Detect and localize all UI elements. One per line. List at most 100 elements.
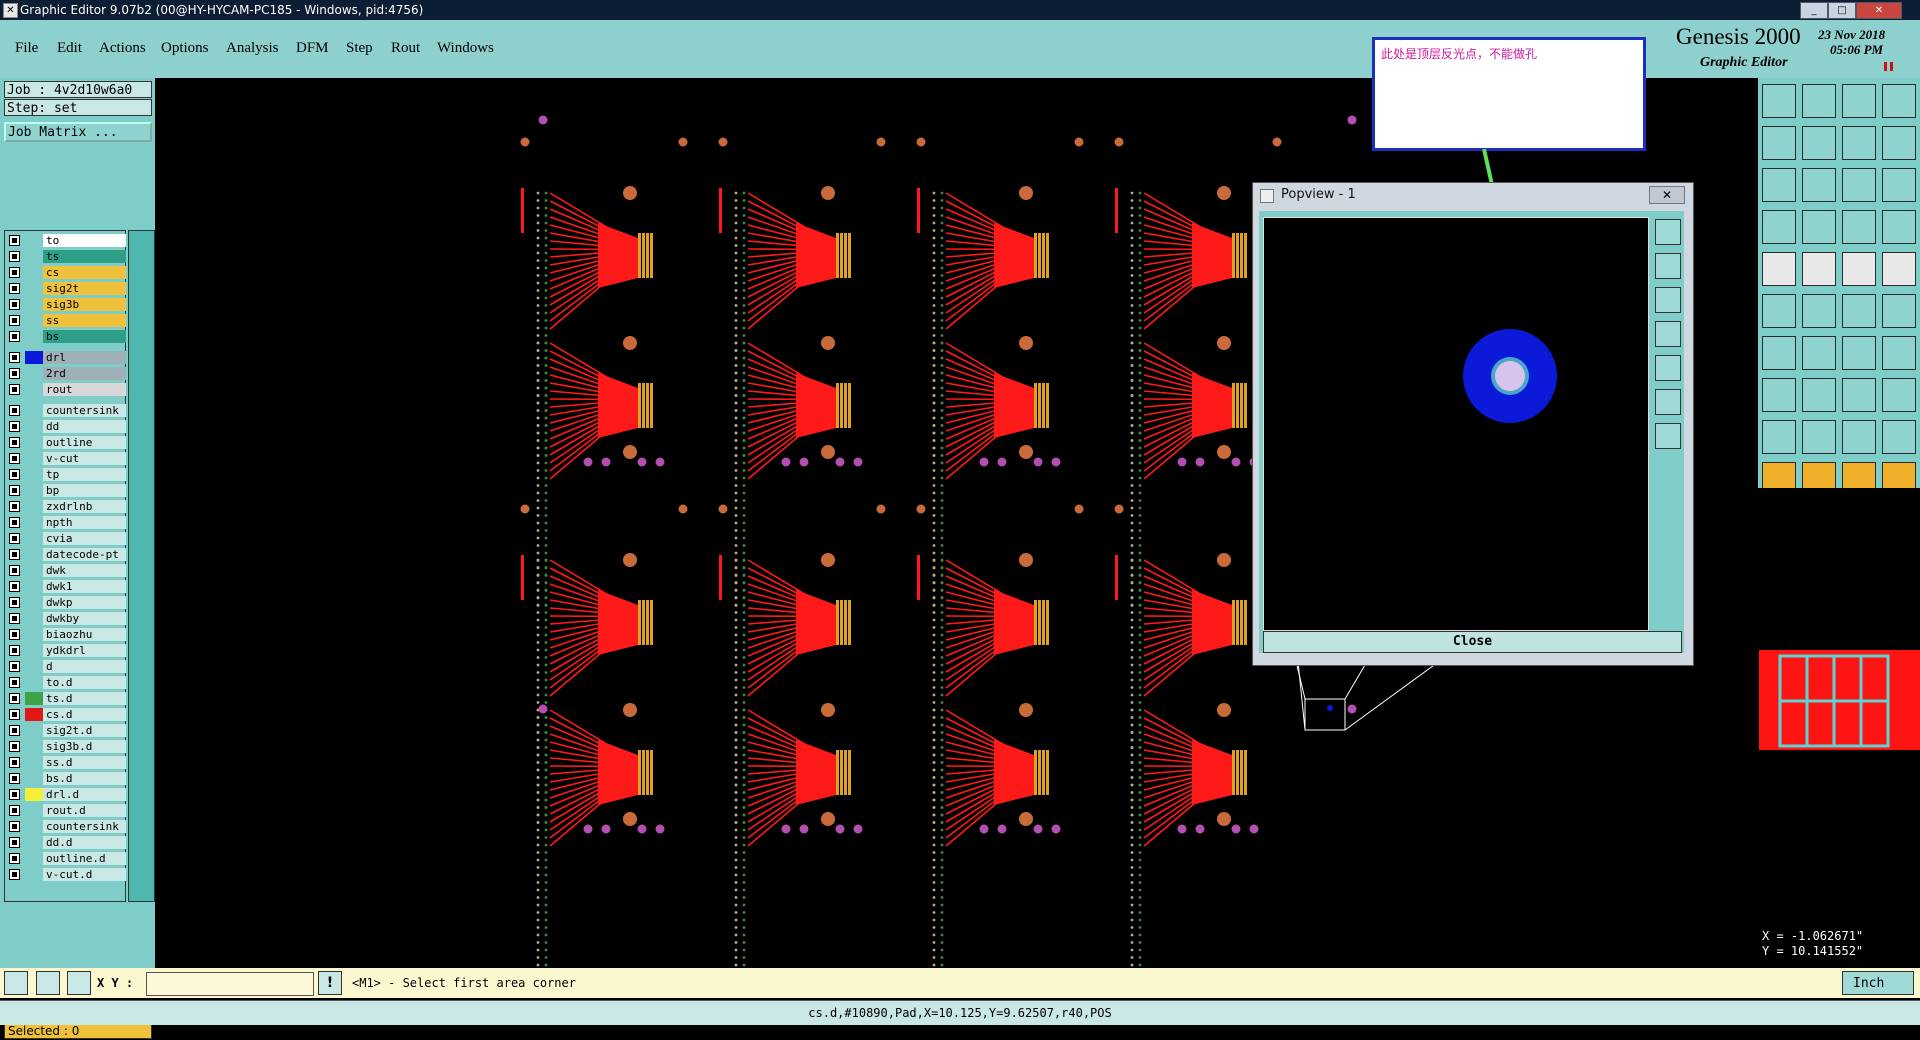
layer-checkbox[interactable] [9, 549, 20, 560]
layer-color-swatch[interactable] [25, 596, 43, 609]
layer-row[interactable]: ts.d [5, 691, 125, 706]
tool-button[interactable] [1882, 336, 1916, 370]
overview-panel[interactable] [1758, 488, 1920, 922]
layer-checkbox[interactable] [9, 645, 20, 656]
layer-name[interactable]: ts.d [43, 692, 126, 705]
layer-name[interactable]: sig3b [43, 298, 126, 311]
menu-rout[interactable]: Rout [391, 40, 420, 57]
layer-name[interactable]: sig2t.d [43, 724, 126, 737]
layer-name[interactable]: drl.d [43, 788, 126, 801]
layer-color-swatch[interactable] [25, 868, 43, 881]
layer-row[interactable]: countersink [5, 819, 125, 834]
layer-name[interactable]: v-cut [43, 452, 126, 465]
layer-color-swatch[interactable] [25, 836, 43, 849]
tool-button[interactable] [1762, 210, 1796, 244]
layer-checkbox[interactable] [9, 315, 20, 326]
menu-actions[interactable]: Actions [99, 40, 146, 57]
layer-color-swatch[interactable] [25, 676, 43, 689]
tool-button[interactable] [1842, 168, 1876, 202]
layer-checkbox[interactable] [9, 352, 20, 363]
grid-mode-button[interactable] [67, 971, 91, 995]
layer-row[interactable]: bs.d [5, 771, 125, 786]
popview-pan-down-button[interactable] [1655, 287, 1681, 313]
layer-checkbox[interactable] [9, 629, 20, 640]
popview-zoom-in-button[interactable] [1655, 423, 1681, 449]
layer-color-swatch[interactable] [25, 234, 43, 247]
maximize-button[interactable]: □ [1828, 2, 1856, 19]
layer-checkbox[interactable] [9, 661, 20, 672]
tool-button[interactable] [1882, 294, 1916, 328]
tool-button[interactable] [1762, 294, 1796, 328]
snap-mode-button[interactable] [4, 971, 28, 995]
layer-color-swatch[interactable] [25, 692, 43, 705]
layer-checkbox[interactable] [9, 613, 20, 624]
layer-color-swatch[interactable] [25, 772, 43, 785]
layer-color-swatch[interactable] [25, 708, 43, 721]
tool-button[interactable] [1762, 126, 1796, 160]
layer-color-swatch[interactable] [25, 367, 43, 380]
layer-name[interactable]: rout [43, 383, 126, 396]
tool-button[interactable] [1882, 378, 1916, 412]
tool-button[interactable] [1882, 126, 1916, 160]
layer-checkbox[interactable] [9, 421, 20, 432]
tool-button[interactable] [1762, 378, 1796, 412]
layer-checkbox[interactable] [9, 677, 20, 688]
job-matrix-button[interactable]: Job Matrix ... [4, 122, 152, 142]
layer-name[interactable]: dd.d [43, 836, 126, 849]
menu-windows[interactable]: Windows [437, 40, 494, 57]
layer-checkbox[interactable] [9, 789, 20, 800]
layer-name[interactable]: to.d [43, 676, 126, 689]
layer-color-swatch[interactable] [25, 612, 43, 625]
layer-name[interactable]: d [43, 660, 126, 673]
layer-row[interactable]: drl.d [5, 787, 125, 802]
layer-color-swatch[interactable] [25, 250, 43, 263]
layer-checkbox[interactable] [9, 597, 20, 608]
tool-button[interactable] [1802, 378, 1836, 412]
layer-row[interactable]: drl [5, 350, 125, 365]
menu-file[interactable]: File [15, 40, 38, 57]
layer-name[interactable]: biaozhu [43, 628, 126, 641]
layer-row[interactable]: dd [5, 419, 125, 434]
layer-name[interactable]: dwkp [43, 596, 126, 609]
menu-dfm[interactable]: DFM [296, 40, 329, 57]
layer-checkbox[interactable] [9, 517, 20, 528]
layer-color-swatch[interactable] [25, 660, 43, 673]
layer-row[interactable]: sig3b [5, 297, 125, 312]
layer-row[interactable]: ss [5, 313, 125, 328]
layer-color-swatch[interactable] [25, 756, 43, 769]
layer-color-swatch[interactable] [25, 420, 43, 433]
tool-button[interactable] [1842, 252, 1876, 286]
tool-button[interactable] [1882, 84, 1916, 118]
layer-checkbox[interactable] [9, 869, 20, 880]
layer-row[interactable]: dwk [5, 563, 125, 578]
layer-name[interactable]: drl [43, 351, 126, 364]
layer-row[interactable]: datecode-pt [5, 547, 125, 562]
layer-list-scrollbar[interactable] [128, 230, 155, 902]
layer-row[interactable]: npth [5, 515, 125, 530]
layer-row[interactable]: cs.d [5, 707, 125, 722]
layer-row[interactable]: dd.d [5, 835, 125, 850]
layer-name[interactable]: ss.d [43, 756, 126, 769]
layer-name[interactable]: rout.d [43, 804, 126, 817]
minimize-button[interactable]: _ [1800, 2, 1828, 19]
layer-checkbox[interactable] [9, 581, 20, 592]
info-icon[interactable]: ! [318, 971, 342, 995]
layer-color-swatch[interactable] [25, 436, 43, 449]
layer-checkbox[interactable] [9, 693, 20, 704]
layer-color-swatch[interactable] [25, 383, 43, 396]
layer-name[interactable]: dwk1 [43, 580, 126, 593]
close-window-button[interactable]: ✕ [1856, 2, 1902, 19]
xy-input[interactable] [146, 972, 314, 996]
layer-checkbox[interactable] [9, 805, 20, 816]
tool-button[interactable] [1802, 126, 1836, 160]
layer-name[interactable]: bs [43, 330, 126, 343]
layer-name[interactable]: countersink [43, 404, 126, 417]
layer-name[interactable]: cs.d [43, 708, 126, 721]
layer-row[interactable]: v-cut [5, 451, 125, 466]
layer-color-swatch[interactable] [25, 628, 43, 641]
layer-row[interactable]: dwk1 [5, 579, 125, 594]
layer-name[interactable]: cs [43, 266, 126, 279]
layer-name[interactable]: zxdrlnb [43, 500, 126, 513]
layer-name[interactable]: tp [43, 468, 126, 481]
layer-color-swatch[interactable] [25, 484, 43, 497]
